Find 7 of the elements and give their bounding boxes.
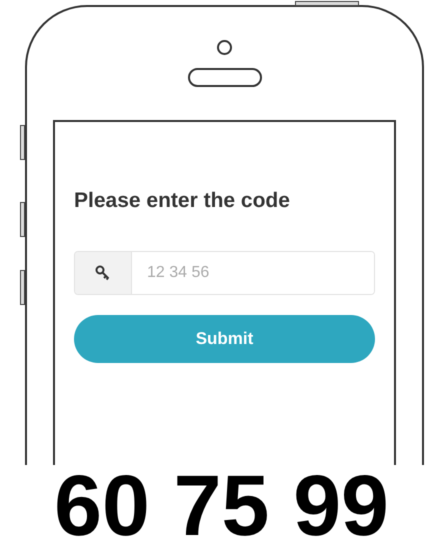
heading: Please enter the code	[74, 190, 291, 211]
key-icon	[75, 252, 132, 294]
speaker-icon	[188, 68, 262, 87]
code-caption: 60 75 99	[53, 463, 390, 549]
submit-button[interactable]: Submit	[74, 315, 375, 363]
camera-icon	[217, 40, 232, 55]
code-field[interactable]: 12 34 56	[74, 251, 375, 295]
